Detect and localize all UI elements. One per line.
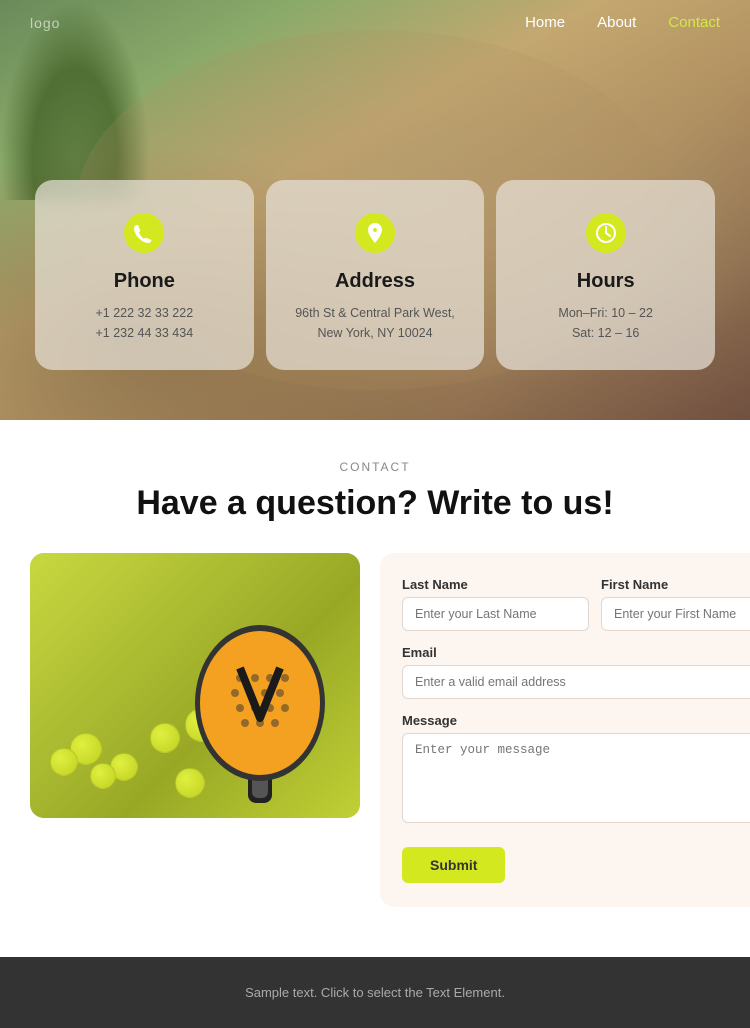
first-name-label: First Name xyxy=(601,577,750,592)
phone-line1: +1 222 32 33 222 xyxy=(96,303,194,323)
footer-text: Sample text. Click to select the Text El… xyxy=(245,985,505,1000)
contact-heading: Have a question? Write to us! xyxy=(30,484,720,523)
contact-body: Last Name First Name Email Message xyxy=(30,553,720,907)
address-title: Address xyxy=(335,270,415,293)
hours-line2: Sat: 12 – 16 xyxy=(572,323,639,343)
message-row: Message xyxy=(402,713,750,823)
contact-form: Last Name First Name Email Message xyxy=(380,553,750,907)
nav-contact[interactable]: Contact xyxy=(668,14,720,31)
address-card: Address 96th St & Central Park West, New… xyxy=(266,180,485,370)
contact-label: CONTACT xyxy=(30,460,720,474)
clock-icon xyxy=(581,208,631,258)
first-name-group: First Name xyxy=(601,577,750,631)
nav-home[interactable]: Home xyxy=(525,14,565,31)
address-line1: 96th St & Central Park West, xyxy=(295,303,455,323)
phone-icon xyxy=(119,208,169,258)
hero-section: Phone +1 222 32 33 222 +1 232 44 33 434 … xyxy=(0,0,750,420)
phone-line2: +1 232 44 33 434 xyxy=(96,323,194,343)
address-line2: New York, NY 10024 xyxy=(317,323,432,343)
info-cards: Phone +1 222 32 33 222 +1 232 44 33 434 … xyxy=(35,180,715,370)
tennis-ball-4 xyxy=(90,763,116,789)
last-name-label: Last Name xyxy=(402,577,589,592)
contact-image-bg xyxy=(30,553,360,818)
email-input[interactable] xyxy=(402,665,750,699)
submit-button[interactable]: Submit xyxy=(402,847,505,883)
navigation: logo Home About Contact xyxy=(0,0,750,46)
contact-section: CONTACT Have a question? Write to us! xyxy=(0,420,750,957)
logo: logo xyxy=(30,15,60,31)
hours-card: Hours Mon–Fri: 10 – 22 Sat: 12 – 16 xyxy=(496,180,715,370)
hours-title: Hours xyxy=(577,270,635,293)
message-label: Message xyxy=(402,713,750,728)
email-row: Email xyxy=(402,645,750,699)
contact-image xyxy=(30,553,360,818)
phone-title: Phone xyxy=(114,270,175,293)
tennis-ball-6 xyxy=(50,748,78,776)
padel-racket xyxy=(170,588,350,808)
first-name-input[interactable] xyxy=(601,597,750,631)
location-icon xyxy=(350,208,400,258)
footer: Sample text. Click to select the Text El… xyxy=(0,957,750,1028)
message-input[interactable] xyxy=(402,733,750,823)
name-row: Last Name First Name xyxy=(402,577,750,631)
email-label: Email xyxy=(402,645,750,660)
hours-line1: Mon–Fri: 10 – 22 xyxy=(558,303,653,323)
email-group: Email xyxy=(402,645,750,699)
message-group: Message xyxy=(402,713,750,823)
nav-about[interactable]: About xyxy=(597,14,636,31)
phone-card: Phone +1 222 32 33 222 +1 232 44 33 434 xyxy=(35,180,254,370)
last-name-input[interactable] xyxy=(402,597,589,631)
last-name-group: Last Name xyxy=(402,577,589,631)
